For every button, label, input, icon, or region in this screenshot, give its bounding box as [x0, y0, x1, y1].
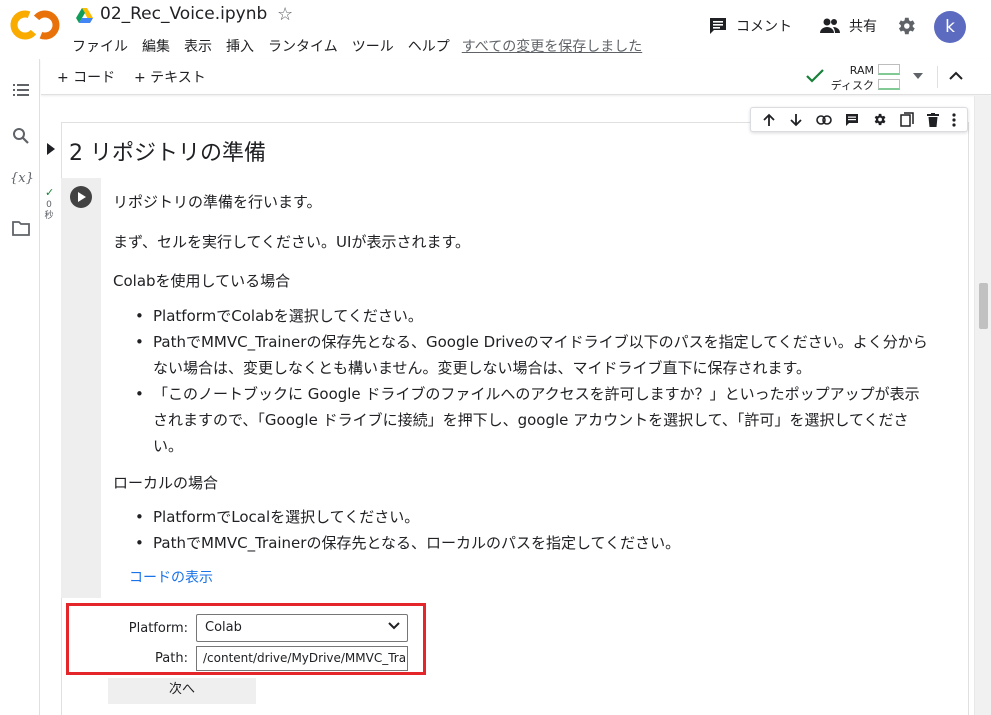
- ram-bar: [878, 64, 900, 75]
- drive-icon: [76, 8, 93, 23]
- menu-edit[interactable]: 編集: [142, 36, 170, 56]
- list-item-continued: ない場合は、変更しなくとも構いません。変更しない場合は、マイドライブ直下に保存さ…: [153, 359, 812, 377]
- notebook-title[interactable]: 02_Rec_Voice.ipynb: [100, 4, 267, 24]
- gear-icon[interactable]: [895, 15, 917, 37]
- star-icon[interactable]: ☆: [277, 4, 293, 25]
- add-text-button[interactable]: + テキスト: [134, 67, 206, 87]
- people-icon: [820, 18, 840, 33]
- check-icon: [806, 69, 824, 83]
- list-item: PathでMMVC_Trainerの保存先となる、ローカルのパスを指定してくださ…: [133, 530, 680, 556]
- arrow-down-icon[interactable]: [789, 113, 803, 127]
- save-status-link[interactable]: すべての変更を保存しました: [462, 36, 642, 56]
- menu-runtime[interactable]: ランタイム: [268, 36, 338, 56]
- trash-icon[interactable]: [927, 112, 940, 127]
- cell-heading: 2 リポジトリの準備: [69, 141, 266, 166]
- menu-insert[interactable]: 挿入: [226, 36, 254, 56]
- scrollbar[interactable]: [974, 96, 991, 715]
- chevron-down-icon: [388, 622, 400, 630]
- variables-icon[interactable]: {x}: [10, 171, 34, 189]
- comment-button[interactable]: コメント: [708, 16, 792, 36]
- path-label: Path:: [155, 651, 188, 666]
- share-button[interactable]: 共有: [819, 16, 877, 36]
- caret-down-icon[interactable]: [913, 73, 923, 79]
- path-input[interactable]: /content/drive/MyDrive/MMVC_Tra: [196, 646, 408, 671]
- chevron-up-icon[interactable]: [948, 68, 964, 84]
- toc-icon[interactable]: [12, 81, 30, 99]
- exec-time: 0秒: [44, 200, 54, 221]
- intro-text: リポジトリの準備を行います。: [113, 193, 322, 211]
- menu-file[interactable]: ファイル: [72, 36, 128, 56]
- list-item: PlatformでColabを選択してください。: [133, 303, 928, 329]
- list-item: PathでMMVC_Trainerの保存先となる、Google Driveのマイ…: [133, 329, 928, 355]
- more-vert-icon[interactable]: [952, 112, 957, 127]
- colab-list: PlatformでColabを選択してください。 PathでMMVC_Train…: [133, 303, 928, 459]
- cell-toolbar: [750, 107, 968, 132]
- comment-label: コメント: [736, 19, 792, 35]
- instruction-text: まず、セルを実行してください。UIが表示されます。: [113, 233, 470, 251]
- disk-bar: [878, 79, 900, 90]
- play-icon: [78, 192, 86, 202]
- next-button[interactable]: 次へ: [108, 678, 256, 704]
- platform-select[interactable]: Colab: [196, 614, 408, 642]
- search-icon[interactable]: [12, 127, 30, 145]
- ram-label: RAM: [849, 64, 874, 77]
- comment-icon: [710, 18, 726, 34]
- link-icon[interactable]: [816, 114, 832, 125]
- mirror-cell-icon[interactable]: [900, 112, 914, 127]
- comment-cell-icon[interactable]: [845, 113, 859, 127]
- menu-view[interactable]: 表示: [184, 36, 212, 56]
- exec-check-icon: ✓: [45, 186, 55, 199]
- share-label: 共有: [849, 19, 877, 35]
- divider: [937, 66, 938, 88]
- colab-logo-icon[interactable]: [10, 6, 60, 44]
- cell-gear-icon[interactable]: [872, 112, 887, 127]
- resource-monitor[interactable]: RAM ディスク: [806, 61, 966, 93]
- avatar[interactable]: k: [934, 11, 966, 43]
- local-list: PlatformでLocalを選択してください。 PathでMMVC_Train…: [133, 504, 680, 556]
- folder-icon[interactable]: [12, 219, 30, 237]
- list-item-continued: い。: [153, 437, 184, 455]
- app-header: 02_Rec_Voice.ipynb ☆ ファイル 編集 表示 挿入 ランタイム…: [0, 0, 991, 59]
- menu-tools[interactable]: ツール: [352, 36, 394, 56]
- run-cell-button[interactable]: [70, 186, 92, 208]
- list-item-continued: されますので、「Google ドライブに接続」を押下し、google アカウント…: [153, 411, 909, 429]
- menu-help[interactable]: ヘルプ: [408, 36, 450, 56]
- list-item: PlatformでLocalを選択してください。: [133, 504, 680, 530]
- run-gutter: [61, 178, 101, 598]
- notebook-toolbar: + コード + テキスト RAM ディスク: [41, 59, 991, 95]
- scroll-thumb[interactable]: [979, 283, 988, 329]
- platform-label: Platform:: [128, 621, 188, 636]
- list-item: 「このノートブックに Google ドライブのファイルへのアクセスを許可しますか…: [133, 381, 928, 407]
- show-code-link[interactable]: コードの表示: [129, 567, 213, 587]
- disk-label: ディスク: [830, 79, 874, 92]
- menu-bar: ファイル 編集 表示 挿入 ランタイム ツール ヘルプ すべての変更を保存しまし…: [72, 36, 656, 56]
- left-rail: {x}: [0, 59, 40, 715]
- colab-heading: Colabを使用している場合: [113, 272, 291, 290]
- arrow-up-icon[interactable]: [762, 113, 776, 127]
- add-code-button[interactable]: + コード: [57, 67, 115, 87]
- local-heading: ローカルの場合: [113, 474, 219, 492]
- section-caret-icon[interactable]: [47, 143, 55, 155]
